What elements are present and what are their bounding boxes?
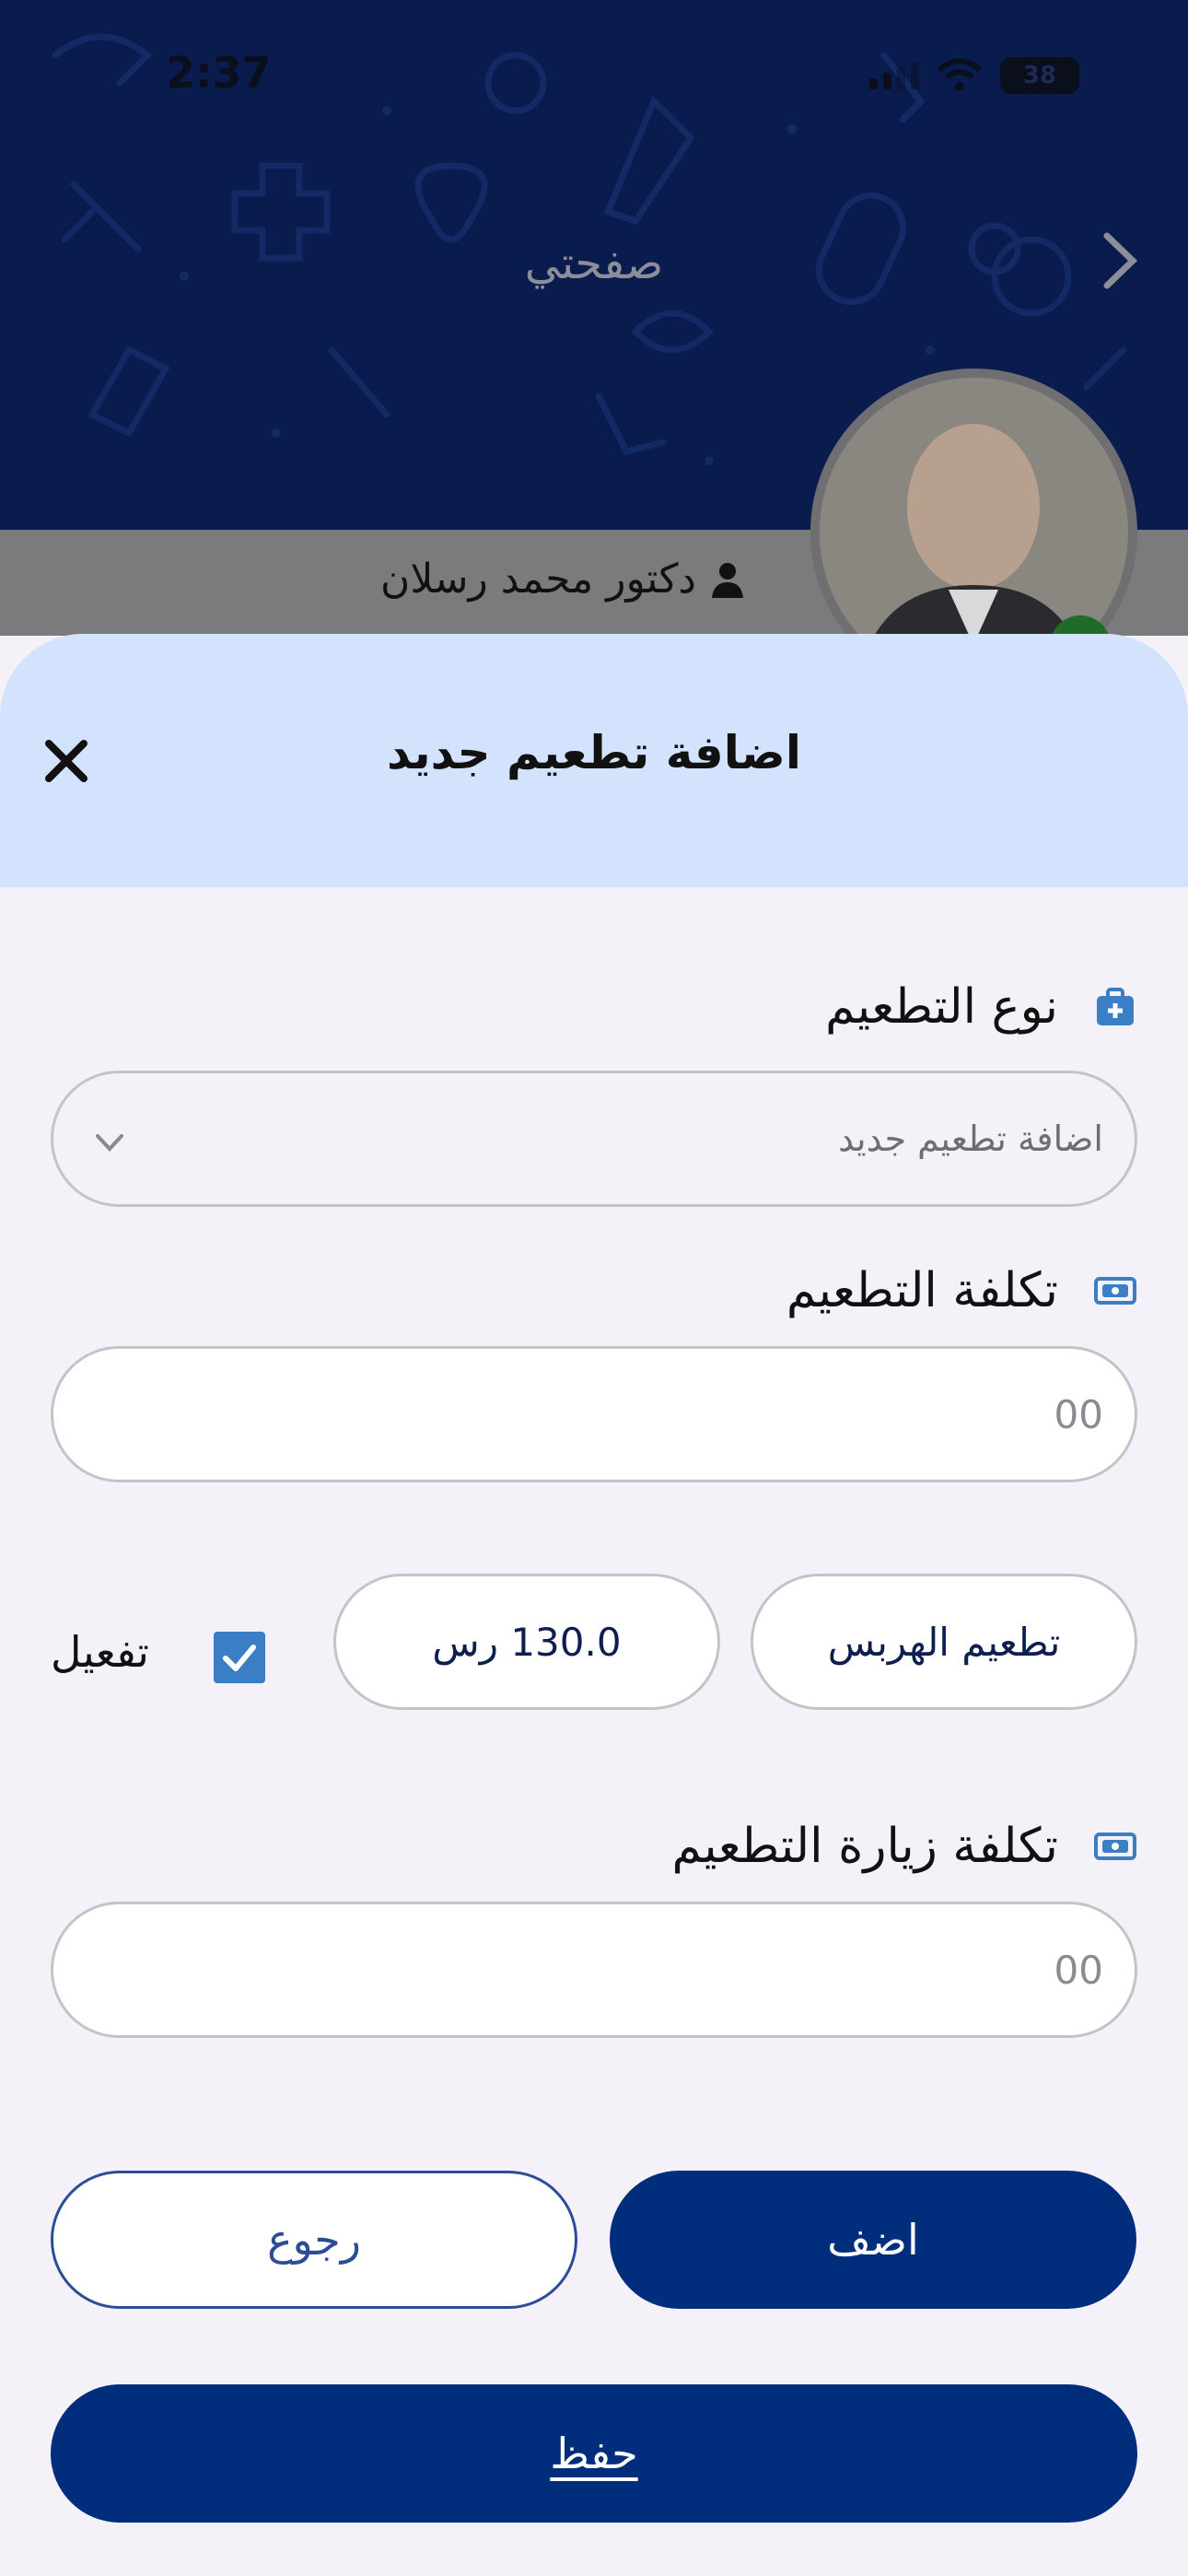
- status-icons: 38: [869, 57, 1079, 94]
- chevron-right-icon[interactable]: [1087, 228, 1151, 293]
- add-vaccine-sheet: اضافة تطعيم جديد نوع التطعيم اضافة تطعيم…: [0, 634, 1188, 2576]
- activate-checkbox[interactable]: [214, 1632, 265, 1683]
- vaccine-type-selected: اضافة تطعيم جديد: [838, 1118, 1103, 1159]
- add-button[interactable]: اضف: [610, 2171, 1136, 2309]
- sheet-title: اضافة تطعيم جديد: [387, 726, 801, 779]
- signal-icon: [869, 62, 919, 89]
- close-icon: [45, 740, 87, 782]
- vaccine-cost-input[interactable]: 00: [51, 1346, 1137, 1482]
- sheet-header: اضافة تطعيم جديد: [0, 634, 1188, 887]
- save-button[interactable]: حفظ: [51, 2384, 1137, 2523]
- battery-icon: 38: [1000, 57, 1079, 94]
- visit-cost-input[interactable]: 00: [51, 1902, 1137, 2038]
- close-button[interactable]: [39, 733, 94, 789]
- vaccine-type-label-row: نوع التطعيم: [825, 979, 1137, 1035]
- vaccine-cost-label: تكلفة التطعيم: [786, 1263, 1058, 1318]
- wifi-icon: [937, 58, 983, 91]
- vaccine-cost-placeholder: 00: [1054, 1391, 1103, 1437]
- doctor-icon: [712, 562, 743, 598]
- chevron-down-icon: [96, 1134, 123, 1152]
- status-time: 2:37: [166, 48, 272, 98]
- vaccine-type-label: نوع التطعيم: [825, 979, 1058, 1035]
- vaccine-type-select[interactable]: اضافة تطعيم جديد: [51, 1071, 1137, 1207]
- visit-cost-label: تكلفة زيارة التطعيم: [671, 1819, 1058, 1874]
- page-title: صفحتي: [524, 238, 664, 289]
- checkmark-icon: [223, 1645, 256, 1671]
- vaccine-cost-label-row: تكلفة التطعيم: [786, 1263, 1137, 1318]
- vaccine-price-chip[interactable]: 130.0 رس: [333, 1574, 720, 1710]
- doctor-name-text: دكتور محمد رسلان: [380, 556, 696, 603]
- vaccine-name-chip[interactable]: تطعيم الهربس: [751, 1574, 1137, 1710]
- money-icon: [1094, 1832, 1136, 1860]
- doctor-name: دكتور محمد رسلان: [380, 556, 746, 603]
- activate-label: تفعيل: [51, 1627, 149, 1677]
- money-icon: [1094, 1277, 1136, 1305]
- medical-kit-icon: [1097, 988, 1134, 1025]
- back-button[interactable]: رجوع: [51, 2171, 577, 2309]
- visit-cost-placeholder: 00: [1054, 1947, 1103, 1993]
- save-button-label: حفظ: [550, 2429, 638, 2478]
- visit-cost-label-row: تكلفة زيارة التطعيم: [672, 1819, 1137, 1874]
